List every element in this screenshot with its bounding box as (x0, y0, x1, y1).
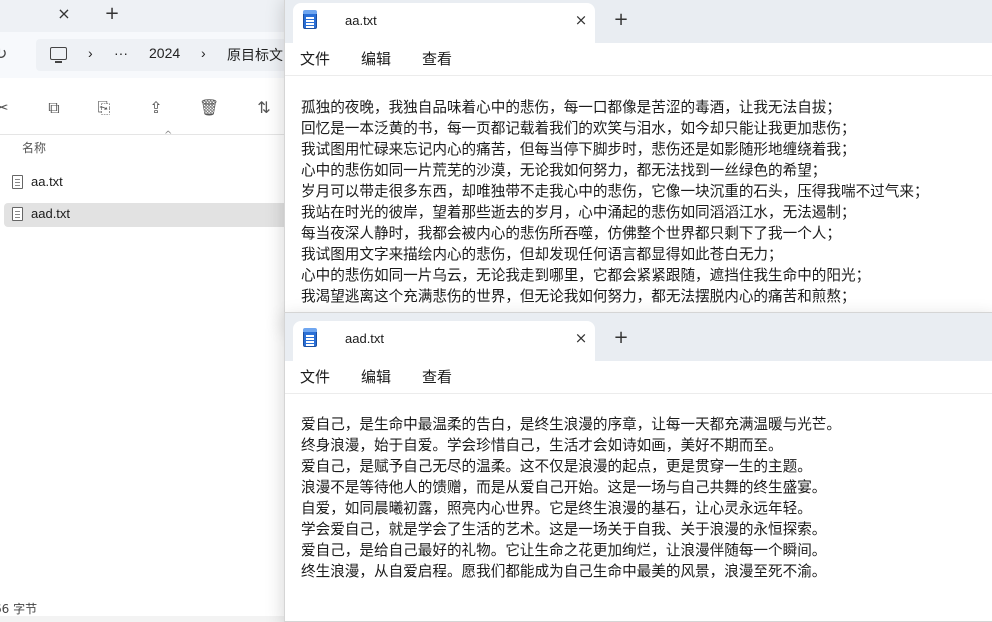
breadcrumb-separator[interactable]: › (201, 45, 206, 61)
text-line: 每当夜深人静时，我都会被内心的悲伤所吞噬，仿佛整个世界都只剩下了我一个人； (301, 225, 841, 242)
notepad-menu-bar: 文件 编辑 查看 (285, 361, 992, 394)
text-line: 浪漫不是等待他人的馈赠，而是从爱自己开始。这是一场与自己共舞的终生盛宴。 (301, 479, 827, 496)
file-row-aa[interactable]: aa.txt (4, 171, 294, 195)
text-line: 回忆是一本泛黄的书，每一页都记载着我们的欢笑与泪水，如今却只能让我更加悲伤； (301, 120, 856, 137)
menu-file[interactable]: 文件 (300, 366, 330, 387)
close-tab-button[interactable]: × (571, 328, 591, 348)
sort-icon[interactable]: ⇅ (254, 98, 274, 118)
text-file-icon (12, 175, 23, 189)
explorer-tab-close-button[interactable]: × (54, 4, 74, 24)
tab-aa-txt[interactable]: aa.txt × (293, 3, 595, 43)
notepad-window-aad: aad.txt × + 文件 编辑 查看 爱自己，是生命中最温柔的告白，是终生浪… (284, 312, 992, 622)
copy-icon[interactable]: ⧉ (44, 98, 64, 118)
sort-caret-icon: ^ (164, 130, 173, 141)
text-line: 爱自己，是生命中最温柔的告白，是终生浪漫的序章，让每一天都充满温暖与光芒。 (301, 416, 841, 433)
notepad-tab-bar: aad.txt × + (285, 313, 992, 361)
breadcrumb-item-folder[interactable]: 原目标文 (227, 45, 283, 65)
close-tab-button[interactable]: × (571, 10, 591, 30)
breadcrumb-more-button[interactable]: ··· (114, 45, 128, 61)
tab-title: aa.txt (345, 13, 377, 28)
notepad-icon (303, 10, 317, 29)
breadcrumb-item-2024[interactable]: 2024 (149, 45, 180, 61)
text-line: 我试图用文字来描绘内心的悲伤，但却发现任何语言都显得如此苍白无力； (301, 246, 783, 263)
file-name: aa.txt (31, 174, 63, 189)
new-tab-button[interactable]: + (611, 328, 631, 348)
new-tab-button[interactable]: + (611, 10, 631, 30)
text-line: 我站在时光的彼岸，望着那些逝去的岁月，心中涌起的悲伤如同滔滔江水，无法遏制； (301, 204, 856, 221)
menu-view[interactable]: 查看 (422, 366, 452, 387)
text-line: 岁月可以带走很多东西，却唯独带不走我心中的悲伤，它像一块沉重的石头，压得我喘不过… (301, 183, 929, 200)
status-bar-size: 66 字节 (0, 602, 38, 616)
explorer-new-tab-button[interactable]: + (102, 4, 122, 24)
file-name: aad.txt (31, 206, 71, 221)
text-line: 心中的悲伤如同一片荒芜的沙漠，无论我如何努力，都无法找到一丝绿色的希望； (301, 162, 827, 179)
text-line: 终身浪漫，始于自爱。学会珍惜自己，生活才会如诗如画，美好不期而至。 (301, 437, 783, 454)
text-line: 我试图用忙碌来忘记内心的痛苦，但每当停下脚步时，悲伤还是如影随形地缠绕着我； (301, 141, 856, 158)
text-line: 心中的悲伤如同一片乌云，无论我走到哪里，它都会紧紧跟随，遮挡住我生命中的阳光； (301, 267, 871, 284)
rename-icon[interactable]: ⎘ (94, 98, 114, 118)
share-icon[interactable]: ⇪ (146, 98, 166, 118)
text-editor-area[interactable]: 孤独的夜晚，我独自品味着心中的悲伤，每一口都像是苦涩的毒酒，让我无法自拔； 回忆… (301, 97, 992, 307)
column-header-name[interactable]: 名称 (22, 139, 46, 156)
text-line: 终生浪漫，从自爱启程。愿我们都能成为自己生命中最美的风景，浪漫至死不渝。 (301, 563, 827, 580)
breadcrumb-separator[interactable]: › (88, 45, 93, 61)
delete-icon[interactable]: 🗑 (199, 98, 219, 118)
tab-title: aad.txt (345, 331, 385, 346)
cut-icon[interactable]: ✂ (0, 98, 12, 118)
notepad-tab-bar: aa.txt × + (285, 0, 992, 43)
menu-file[interactable]: 文件 (300, 48, 330, 69)
text-line: 自爱，如同晨曦初露，照亮内心世界。它是终生浪漫的基石，让心灵永远年轻。 (301, 500, 812, 517)
text-editor-area[interactable]: 爱自己，是生命中最温柔的告白，是终生浪漫的序章，让每一天都充满温暖与光芒。 终身… (301, 414, 992, 582)
text-line: 我渴望逃离这个充满悲伤的世界，但无论我如何努力，都无法摆脱内心的痛苦和煎熬； (301, 288, 856, 305)
notepad-icon (303, 328, 317, 347)
computer-icon[interactable] (50, 47, 67, 63)
notepad-menu-bar: 文件 编辑 查看 (285, 43, 992, 76)
menu-edit[interactable]: 编辑 (361, 366, 391, 387)
menu-view[interactable]: 查看 (422, 48, 452, 69)
text-line: 孤独的夜晚，我独自品味着心中的悲伤，每一口都像是苦涩的毒酒，让我无法自拔； (301, 99, 841, 116)
text-line: 爱自己，是赋予自己无尽的温柔。这不仅是浪漫的起点，更是贯穿一生的主题。 (301, 458, 812, 475)
tab-aad-txt[interactable]: aad.txt × (293, 321, 595, 361)
text-line: 学会爱自己，就是学会了生活的艺术。这是一场关于自我、关于浪漫的永恒探索。 (301, 521, 827, 538)
text-file-icon (12, 207, 23, 221)
text-line: 爱自己，是给自己最好的礼物。它让生命之花更加绚烂，让浪漫伴随每一个瞬间。 (301, 542, 827, 559)
menu-edit[interactable]: 编辑 (361, 48, 391, 69)
notepad-window-aa: aa.txt × + 文件 编辑 查看 孤独的夜晚，我独自品味着心中的悲伤，每一… (284, 0, 992, 324)
file-row-aad[interactable]: aad.txt (4, 203, 294, 227)
refresh-icon[interactable]: ↻ (0, 44, 7, 63)
